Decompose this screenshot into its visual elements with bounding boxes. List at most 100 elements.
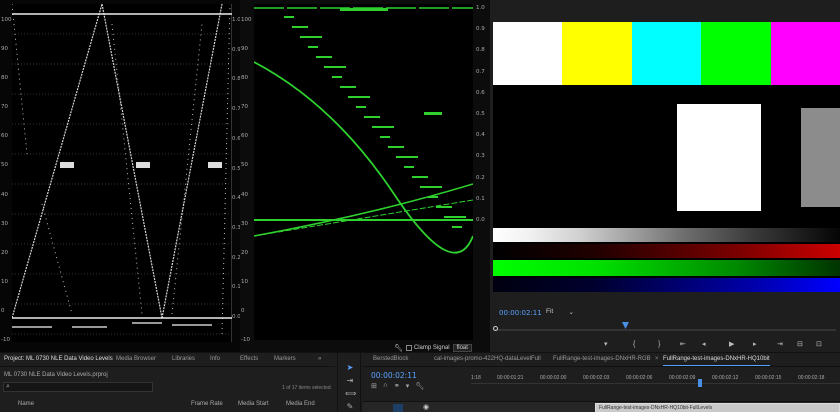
linked-selection-icon[interactable]: ⚭ (394, 382, 400, 390)
staircase-step (388, 146, 404, 148)
color-bar (493, 22, 563, 85)
right-tick-label: 0.4 (476, 132, 485, 139)
go-to-out-icon[interactable]: ⇥ (777, 340, 783, 348)
luma-dot-trace (41, 203, 73, 315)
y-tick-label: 10 (241, 278, 248, 285)
panel-overflow-icon[interactable]: » (318, 356, 321, 362)
track-target-toggle[interactable] (393, 404, 403, 412)
playhead-marker[interactable] (622, 322, 629, 329)
eye-icon[interactable]: ◉ (423, 403, 429, 411)
clamp-signal-toggle[interactable]: Clamp Signal (405, 345, 450, 351)
video-track-v1: ◉ FullRange-test-images-DNxHR-HQ10bit-Fu… (363, 401, 840, 412)
low-level-trace (172, 324, 212, 326)
ruler-label: 00:00:02:09 (669, 375, 696, 381)
waveform-scope-mid: 100 90 80 70 60 50 40 30 20 10 0 -10 1.0 0.9 0.8 0.7 0.… (240, 0, 490, 352)
right-tick-label: 0.8 (476, 47, 485, 54)
luma-ramp-trace (101, 3, 163, 319)
monitor-scrubber[interactable] (493, 322, 836, 331)
ruler-label: 00:00:02:03 (583, 375, 610, 381)
waveform-scope-left: 100 90 80 70 60 50 40 30 20 10 0 -10 1.0 0.9 0.8 0.7 0.… (0, 0, 240, 352)
ascending-curve-trace (253, 183, 474, 237)
mark-in-icon[interactable]: { (633, 341, 635, 348)
staircase-step (300, 36, 322, 38)
timeline-clip[interactable]: FullRange-test-images-DNxHR-HQ10bit-Full… (595, 403, 840, 412)
close-icon[interactable]: × (655, 356, 659, 362)
search-input[interactable]: ⌕ (3, 382, 153, 392)
timeline-playhead[interactable] (698, 379, 702, 387)
project-tabs: Project: ML 0730 NLE Data Video Levels M… (0, 353, 335, 367)
mark-out-icon[interactable]: } (658, 341, 660, 348)
column-frame-rate[interactable]: Frame Rate (191, 401, 223, 407)
level-bar (340, 8, 388, 11)
right-tick-label: 0.5 (232, 165, 240, 172)
right-tick-label: 0.2 (232, 254, 240, 261)
right-tick-label: 1.0 (232, 17, 240, 23)
right-tick-label: 0.3 (232, 224, 240, 231)
column-media-start[interactable]: Media Start (238, 401, 269, 407)
y-tick-label: -10 (1, 337, 10, 343)
tab-sequence-3[interactable]: FullRange-test-images-DNxHR-RGB (553, 356, 651, 362)
step-back-icon[interactable]: ◂ (702, 340, 706, 348)
low-level-trace (12, 326, 52, 328)
staircase-step (444, 216, 466, 218)
lift-icon[interactable]: ⊟ (797, 340, 803, 348)
gray-ramp (493, 228, 840, 242)
playhead-timecode[interactable]: 00:00:02:11 (499, 309, 542, 317)
color-bar (631, 22, 702, 85)
selection-tool-icon[interactable]: ➤ (345, 363, 355, 373)
nest-icon[interactable]: ⊞ (371, 382, 377, 390)
marker-icon[interactable]: ▾ (406, 382, 410, 390)
bit-depth-select[interactable]: float (452, 344, 472, 352)
tab-project[interactable]: Project: ML 0730 NLE Data Video Levels (4, 356, 113, 362)
right-tick-label: 0.3 (476, 153, 485, 160)
y-tick-label: 60 (241, 133, 248, 140)
tab-sequence-4[interactable]: FullRange-test-images-DNxHR-HQ10bit (663, 356, 770, 366)
staircase-step (404, 166, 414, 168)
y-tick-label: 90 (1, 46, 8, 53)
tab-libraries[interactable]: Libraries (172, 356, 195, 362)
timeline-ruler[interactable]: 1:18 00:00:01:21 00:00:02:00 00:00:02:03… (471, 373, 840, 387)
right-tick-label: 0.9 (232, 46, 240, 53)
wrench-icon[interactable]: 🔧︎ (394, 344, 403, 352)
column-media-end[interactable]: Media End (286, 401, 315, 407)
wrench-icon-timeline[interactable]: 🔧︎ (415, 382, 424, 390)
project-panel: Project: ML 0730 NLE Data Video Levels M… (0, 353, 335, 412)
gray-patch-trace (136, 162, 150, 168)
ruler-label: 00:00:02:00 (540, 375, 567, 381)
export-frame-icon[interactable]: ⊡ (816, 340, 822, 348)
right-tick-label: 0.0 (232, 314, 240, 320)
tab-info[interactable]: Info (210, 356, 220, 362)
transport-controls: ▾ { } ⇤ ◂ ▶ ▸ ⇥ ⊟ ⊡ (490, 337, 840, 351)
timeline-timecode[interactable]: 00:00:02:11 (371, 371, 417, 380)
tab-media-browser[interactable]: Media Browser (116, 356, 156, 362)
gray-patch (801, 108, 840, 207)
tab-markers[interactable]: Markers (274, 356, 296, 362)
y-tick-label: -10 (241, 337, 250, 343)
ripple-edit-tool-icon[interactable]: ⟺ (345, 389, 356, 399)
zoom-select[interactable]: Fit ⌄ (544, 307, 576, 318)
razor-tool-icon[interactable]: ✎ (345, 402, 355, 412)
clamp-checkbox[interactable] (405, 345, 412, 351)
step-forward-icon[interactable]: ▸ (753, 340, 757, 348)
staircase-step (364, 116, 380, 118)
staircase-step (356, 106, 366, 108)
tab-sequence-1[interactable]: BerstedBlock (373, 356, 408, 362)
track-select-tool-icon[interactable]: ⇥ (345, 376, 355, 386)
right-tick-label: 0.8 (232, 76, 240, 83)
right-tick-label: 0.9 (476, 26, 485, 33)
tab-effects[interactable]: Effects (240, 356, 258, 362)
y-tick-label: 60 (1, 133, 8, 140)
ruler-label: 00:00:02:18 (798, 375, 825, 381)
snap-icon[interactable]: ∩ (383, 382, 388, 390)
waveform-plot-mid (253, 4, 474, 340)
column-name[interactable]: Name (18, 401, 34, 407)
tab-sequence-2[interactable]: cal-images-promo-422HQ-dataLevelFull (434, 356, 541, 362)
play-icon[interactable]: ▶ (729, 340, 734, 348)
y-tick-label: 80 (1, 75, 8, 82)
staircase-step (340, 86, 356, 88)
in-point-handle[interactable] (493, 326, 498, 331)
y-tick-label: 90 (241, 46, 248, 53)
add-marker-icon[interactable]: ▾ (604, 340, 608, 348)
go-to-in-icon[interactable]: ⇤ (680, 340, 686, 348)
chevron-down-icon: ⌄ (568, 309, 574, 316)
